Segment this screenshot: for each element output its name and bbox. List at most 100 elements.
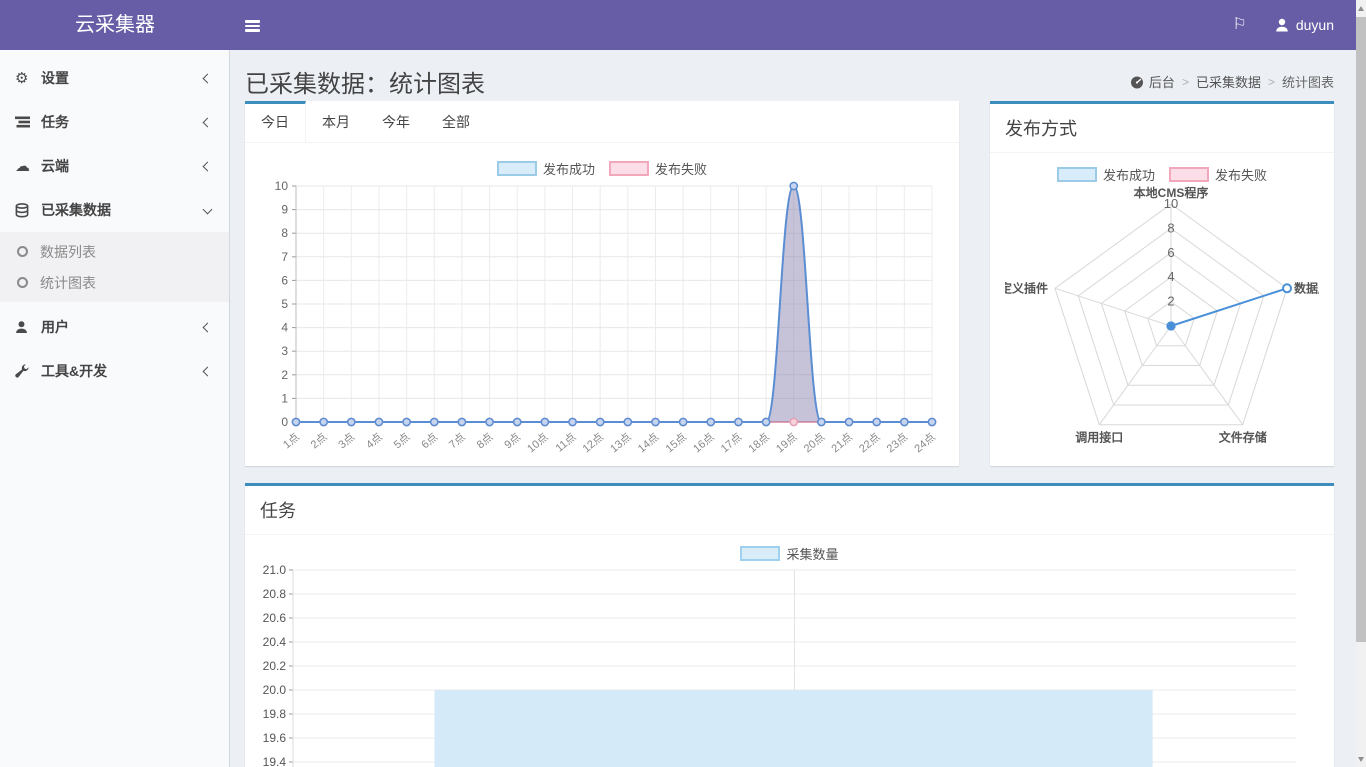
chevron-down-icon xyxy=(203,205,213,215)
legend-item[interactable]: 发布失败 xyxy=(609,159,707,178)
x-axis-label: 8点 xyxy=(474,430,495,451)
x-axis-label: 3点 xyxy=(336,430,357,451)
y-axis-label: 19.6 xyxy=(263,731,287,745)
legend-label: 发布成功 xyxy=(1103,165,1155,184)
x-axis-label: 22点 xyxy=(856,430,882,455)
tasks-chart-legend: 采集数量 xyxy=(245,544,1334,563)
x-axis-label: 20点 xyxy=(801,430,827,455)
publish-method-panel: 发布方式 发布成功发布失败 246810本地CMS程序数据库文件存储调用接口自定… xyxy=(990,101,1334,466)
down-arrow-icon xyxy=(1358,757,1364,762)
data-point xyxy=(735,418,742,425)
tab-all[interactable]: 全部 xyxy=(426,101,486,142)
legend-label: 发布成功 xyxy=(543,159,595,178)
scroll-up-button[interactable] xyxy=(1356,0,1366,16)
sidebar-item-cloud[interactable]: ☁ 云端 xyxy=(0,144,229,188)
legend-swatch xyxy=(1169,167,1209,182)
x-axis-label: 2点 xyxy=(308,430,329,451)
navbar-right: ⚐ duyun xyxy=(1219,0,1349,50)
hourly-stats-panel: 今日 本月 今年 全部 发布成功发布失败 0123456789101点2点3点4… xyxy=(245,101,959,466)
tab-today[interactable]: 今日 xyxy=(245,101,306,142)
x-axis-label: 7点 xyxy=(446,430,467,451)
x-axis-label: 21点 xyxy=(829,430,855,455)
data-point xyxy=(790,418,797,425)
data-point xyxy=(514,418,521,425)
y-axis-label: 20.4 xyxy=(263,635,287,649)
scroll-down-button[interactable] xyxy=(1356,751,1366,767)
data-point xyxy=(348,418,355,425)
data-point xyxy=(458,418,465,425)
y-axis-label: 6 xyxy=(281,273,288,287)
radar-axis-label: 自定义插件 xyxy=(1005,280,1048,295)
flag-menu-button[interactable]: ⚐ xyxy=(1219,0,1261,50)
y-axis-label: 20.8 xyxy=(263,587,287,601)
breadcrumb-home-link[interactable]: 后台 xyxy=(1130,72,1175,91)
x-axis-label: 6点 xyxy=(419,430,440,451)
data-point xyxy=(845,418,852,425)
x-axis-label: 18点 xyxy=(746,430,772,455)
sidebar-item-tools-dev[interactable]: 工具&开发 xyxy=(0,349,229,393)
up-arrow-icon xyxy=(1358,6,1364,11)
legend-item[interactable]: 发布失败 xyxy=(1169,165,1267,184)
legend-label: 发布失败 xyxy=(1215,165,1267,184)
page-scrollbar[interactable] xyxy=(1356,0,1366,767)
data-point xyxy=(403,418,410,425)
hourly-line-chart: 0123456789101点2点3点4点5点6点7点8点9点10点11点12点1… xyxy=(260,178,944,468)
data-point xyxy=(320,418,327,425)
y-axis-label: 19.4 xyxy=(263,755,287,767)
radar-axis-label: 本地CMS程序 xyxy=(1134,185,1209,200)
panel-title: 任务 xyxy=(245,486,1334,535)
y-axis-label: 2 xyxy=(281,368,288,382)
circle-icon xyxy=(17,277,28,288)
data-point xyxy=(569,418,576,425)
chevron-left-icon xyxy=(203,366,213,376)
sidebar-item-collected-data[interactable]: 已采集数据 数据列表 统计图表 xyxy=(0,188,229,302)
sidebar-item-settings[interactable]: ⚙ 设置 xyxy=(0,56,229,100)
radar-axis-label: 调用接口 xyxy=(1075,430,1123,445)
chevron-left-icon xyxy=(203,322,213,332)
radar-tick-label: 8 xyxy=(1167,220,1174,235)
legend-swatch xyxy=(740,546,780,561)
brand-link[interactable]: 云采集器 xyxy=(0,0,230,50)
x-axis-label: 19点 xyxy=(774,430,800,455)
data-point xyxy=(873,418,880,425)
sidebar-item-tasks[interactable]: 任务 xyxy=(0,100,229,144)
legend-swatch xyxy=(609,161,649,176)
x-axis-label: 13点 xyxy=(608,430,634,455)
top-navbar: 云采集器 ⚐ duyun xyxy=(0,0,1356,50)
legend-label: 发布失败 xyxy=(655,159,707,178)
panel-title: 发布方式 xyxy=(990,104,1334,153)
y-axis-label: 21.0 xyxy=(263,563,287,577)
page-title: 已采集数据：统计图表 xyxy=(245,64,485,99)
data-point xyxy=(624,418,631,425)
user-menu-button[interactable]: duyun xyxy=(1261,0,1348,50)
radar-axis-label: 文件存储 xyxy=(1219,430,1267,445)
data-point xyxy=(541,418,548,425)
tab-this-year[interactable]: 今年 xyxy=(366,101,426,142)
legend-item[interactable]: 采集数量 xyxy=(740,544,838,563)
x-axis-label: 23点 xyxy=(884,430,910,455)
data-point xyxy=(597,418,604,425)
y-axis-label: 20.2 xyxy=(263,659,287,673)
radar-data-point xyxy=(1167,322,1176,331)
user-name: duyun xyxy=(1296,17,1334,33)
sidebar-item-statistics-chart[interactable]: 统计图表 xyxy=(0,267,229,298)
tab-this-month[interactable]: 本月 xyxy=(306,101,366,142)
sidebar-item-users[interactable]: 用户 xyxy=(0,305,229,349)
breadcrumb-current: 统计图表 xyxy=(1282,72,1334,91)
hourly-chart-legend: 发布成功 发布失败 xyxy=(245,159,959,178)
sidebar-item-data-list[interactable]: 数据列表 xyxy=(0,236,229,267)
radar-data-point xyxy=(1283,284,1291,292)
legend-item[interactable]: 发布成功 xyxy=(1057,165,1155,184)
data-point xyxy=(818,418,825,425)
hamburger-icon xyxy=(245,20,260,23)
data-point xyxy=(680,418,687,425)
legend-item[interactable]: 发布成功 xyxy=(497,159,595,178)
x-axis-label: 14点 xyxy=(635,430,661,455)
y-axis-label: 19.8 xyxy=(263,707,287,721)
sidebar-toggle-button[interactable] xyxy=(230,0,276,50)
user-icon xyxy=(15,320,41,334)
breadcrumb-collected-data-link[interactable]: 已采集数据 xyxy=(1196,72,1261,91)
scrollbar-thumb[interactable] xyxy=(1356,17,1366,642)
radar-tick-label: 2 xyxy=(1167,294,1174,309)
data-point xyxy=(292,418,299,425)
